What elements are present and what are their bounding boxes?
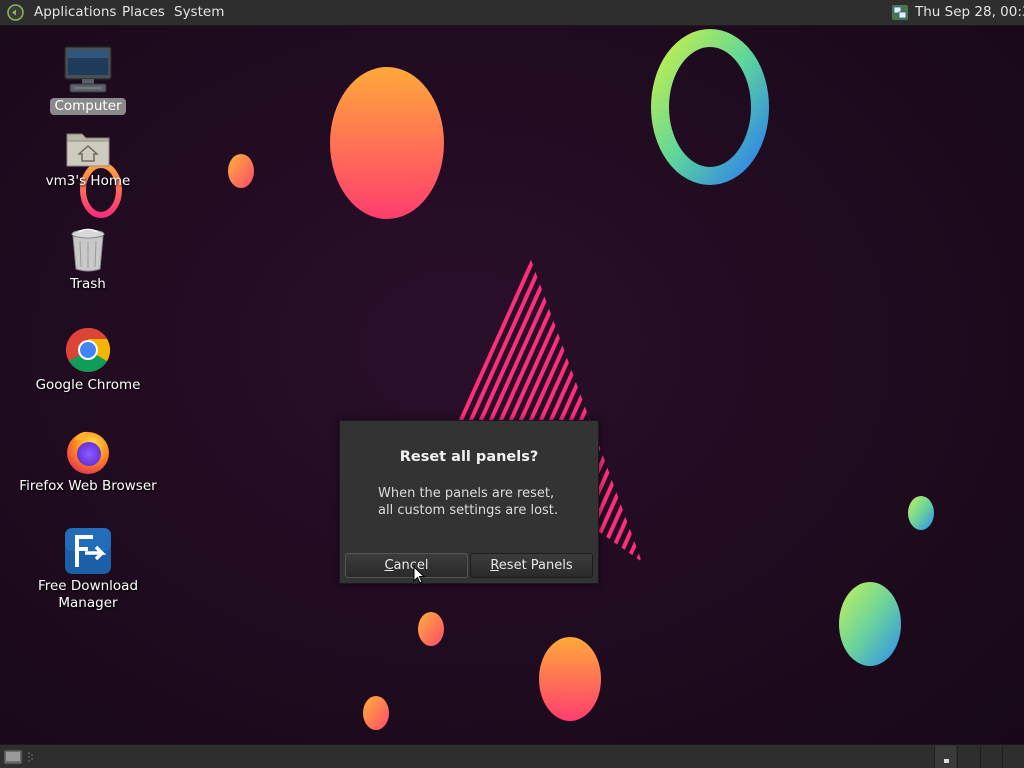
- desktop-icon-label: vm3's Home: [45, 173, 131, 189]
- workspace-1[interactable]: [934, 746, 956, 768]
- show-desktop-icon[interactable]: [3, 749, 23, 765]
- reset-panels-button[interactable]: Reset Panels: [470, 553, 593, 578]
- reset-panels-dialog: Reset all panels? When the panels are re…: [339, 420, 599, 584]
- workspace-4[interactable]: [1002, 746, 1024, 768]
- main-menu-logo-icon[interactable]: [7, 4, 24, 21]
- home-folder-icon: [66, 133, 110, 167]
- chrome-icon: [66, 328, 110, 372]
- desktop-icon-home[interactable]: vm3's Home: [13, 128, 163, 190]
- menu-applications[interactable]: Applications: [34, 4, 116, 21]
- desktop-icon-firefox[interactable]: Firefox Web Browser: [13, 427, 163, 495]
- panel-drag-handle[interactable]: [27, 751, 33, 763]
- dialog-message: When the panels are reset, all custom se…: [378, 486, 559, 518]
- fdm-icon: [65, 528, 111, 574]
- desktop-icon-google-chrome[interactable]: Google Chrome: [13, 326, 163, 394]
- top-panel: Applications Places System Thu Sep 28, 0…: [0, 0, 1024, 26]
- desktop-icon-computer[interactable]: Computer: [13, 45, 163, 115]
- clock[interactable]: Thu Sep 28, 00:32: [915, 4, 1024, 21]
- desktop-icon-label: Firefox Web Browser: [19, 478, 157, 494]
- desktop-icon-label: Free Download Manager: [37, 578, 139, 611]
- desktop-icon-free-download-manager[interactable]: Free Download Manager: [13, 527, 163, 612]
- trash-icon: [71, 228, 105, 272]
- bottom-panel: [0, 744, 1024, 768]
- network-status-icon[interactable]: [891, 4, 909, 21]
- workspace-window-thumbnail: [944, 759, 949, 763]
- firefox-icon: [67, 431, 109, 474]
- menu-system[interactable]: System: [174, 4, 224, 21]
- workspace-3[interactable]: [980, 746, 1002, 768]
- desktop-icon-label: Computer: [50, 98, 126, 115]
- menu-places[interactable]: Places: [122, 4, 165, 21]
- cancel-button[interactable]: Cancel: [345, 553, 468, 578]
- computer-icon: [64, 46, 112, 93]
- mouse-pointer-icon: [413, 566, 425, 584]
- desktop-icon-trash[interactable]: Trash: [13, 227, 163, 293]
- desktop-icon-label: Google Chrome: [35, 377, 141, 393]
- dialog-title: Reset all panels?: [399, 449, 539, 465]
- desktop-icon-label: Trash: [70, 276, 106, 292]
- workspace-2[interactable]: [957, 746, 979, 768]
